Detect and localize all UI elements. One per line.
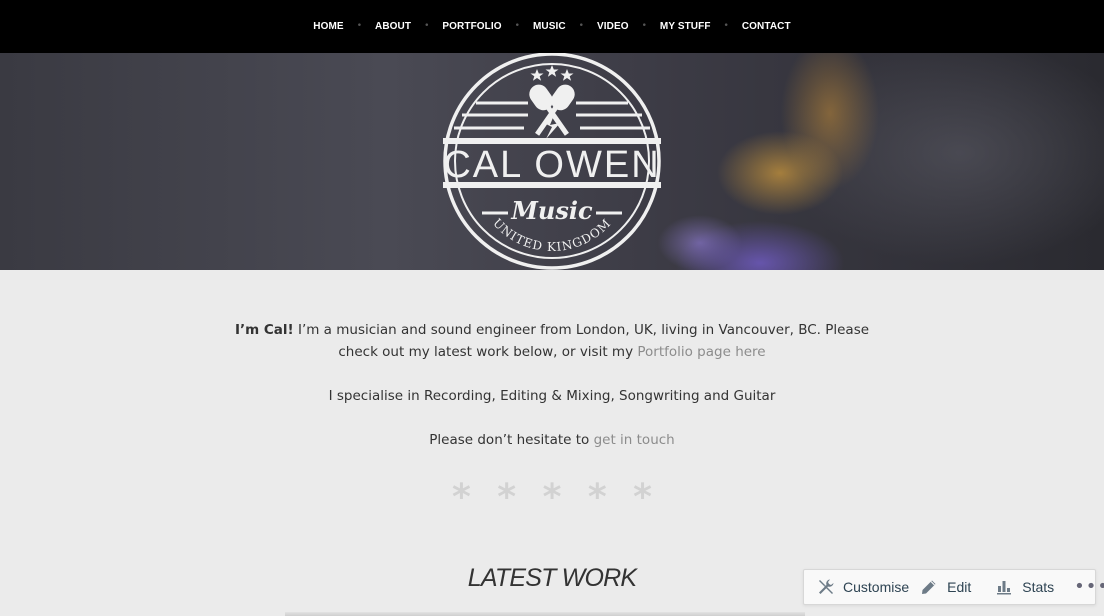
nav-contact[interactable]: CONTACT	[742, 21, 791, 32]
nav-separator: •	[641, 20, 647, 31]
nav-music[interactable]: MUSIC	[533, 21, 566, 32]
divider-star: *	[542, 477, 562, 518]
stats-label: Stats	[1022, 579, 1055, 595]
nav-separator: •	[514, 20, 520, 31]
logo-script: Music	[510, 196, 593, 225]
microphone-icon	[529, 84, 575, 139]
nav-video[interactable]: VIDEO	[597, 21, 629, 32]
stats-button[interactable]: Stats	[996, 579, 1054, 595]
nav-home[interactable]: HOME	[313, 21, 343, 32]
divider-star: *	[633, 477, 652, 518]
contact-line-text: Please don’t hesitate to	[429, 432, 594, 448]
logo-stars-icon	[530, 65, 574, 81]
divider-star: *	[452, 477, 471, 518]
edit-label: Edit	[947, 579, 972, 595]
nav-separator: •	[356, 20, 363, 31]
nav-separator: •	[578, 20, 584, 31]
nav-my-stuff[interactable]: MY STUFF	[660, 21, 711, 32]
top-navigation: HOME • ABOUT • PORTFOLIO • MUSIC • VIDEO • MY…	[0, 0, 1104, 53]
contact-line: Please don’t hesitate to get in touch	[0, 429, 1104, 451]
bar-chart-icon	[997, 581, 1012, 595]
divider-star: *	[587, 477, 607, 518]
site-logo[interactable]: CAL OWEN Music UNITED KINGDOM	[440, 53, 664, 270]
nav-separator: •	[723, 20, 729, 31]
intro-greeting: I’m Cal!	[234, 322, 294, 338]
edit-button[interactable]: Edit	[921, 579, 971, 595]
get-in-touch-link[interactable]: get in touch	[594, 432, 675, 448]
portfolio-link[interactable]: Portfolio page here	[637, 344, 765, 360]
tools-icon	[819, 579, 834, 594]
customise-label: Customise	[843, 579, 910, 595]
logo-name: CAL OWEN	[443, 144, 660, 186]
intro-paragraph: I’m Cal! I’m a musician and sound engine…	[226, 319, 878, 363]
divider-star: *	[497, 477, 517, 518]
hero-banner: CAL OWEN Music UNITED KINGDOM	[0, 53, 1104, 270]
specialise-text: I specialise in Recording, Editing & Mix…	[328, 388, 776, 404]
pencil-icon	[922, 580, 936, 594]
content-edge	[285, 612, 805, 616]
nav-about[interactable]: ABOUT	[375, 21, 411, 32]
more-options-button[interactable]: •••	[1074, 578, 1104, 596]
customise-button[interactable]: Customise	[817, 578, 909, 596]
divider-stars: * * * * *	[452, 480, 652, 520]
admin-action-bar: Customise Edit Stats •••	[803, 569, 1104, 605]
nav-portfolio[interactable]: PORTFOLIO	[442, 21, 501, 32]
nav-separator: •	[424, 20, 430, 31]
intro-text: I’m a musician and sound engineer from L…	[293, 322, 870, 360]
